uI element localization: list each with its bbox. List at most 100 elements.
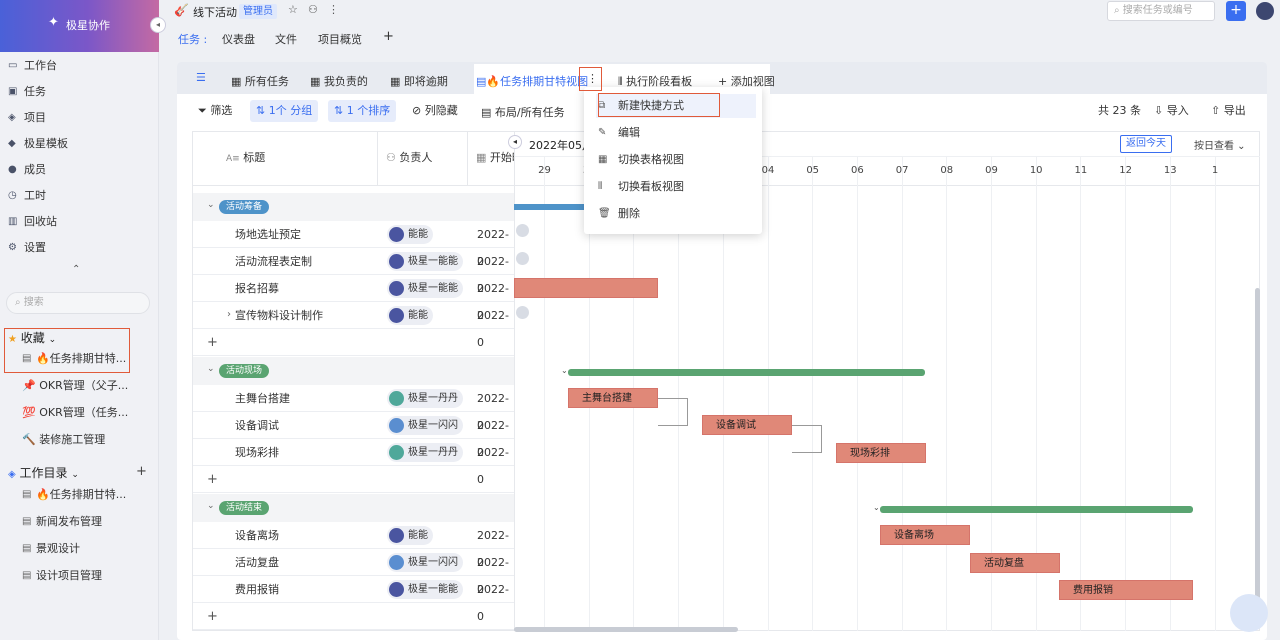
calendar-icon: ▦: [476, 151, 487, 164]
table-row[interactable]: 费用报销 极星一能能 2022-0: [193, 576, 514, 623]
day-gridline: [1169, 157, 1171, 631]
sidebar-search-input[interactable]: ⌕ 搜索: [6, 292, 150, 314]
tab-files[interactable]: 文件: [275, 31, 297, 47]
day-gridline: [544, 157, 545, 631]
col-title[interactable]: A≡ 标题: [226, 131, 265, 185]
gantt-bar-group[interactable]: [568, 369, 925, 376]
gantt-bar-task[interactable]: 活动复盘: [970, 553, 1060, 573]
collapse-table-button[interactable]: ◂: [508, 135, 522, 149]
milestone-icon[interactable]: [516, 252, 529, 265]
collapse-nav-icon[interactable]: ⌃: [72, 264, 80, 275]
vertical-scrollbar[interactable]: [1255, 288, 1260, 608]
okr-item[interactable]: 📌 OKR管理（父子...: [0, 375, 128, 397]
gantt-bar-task[interactable]: 主舞台搭建: [568, 388, 658, 408]
view-tab-due[interactable]: ▦ 即将逾期: [390, 73, 448, 89]
sidebar-item-projects[interactable]: ◈ 项目: [0, 105, 159, 131]
view-mode-select[interactable]: 按日查看 ⌄: [1194, 137, 1246, 152]
view-tab-gantt[interactable]: ▤🔥任务排期甘特视图: [476, 73, 588, 89]
group-row[interactable]: ⌄ 活动筹备: [193, 193, 514, 221]
star-outline-icon[interactable]: ☆: [288, 3, 298, 16]
brand-header[interactable]: ✦ 极星协作: [0, 0, 159, 52]
task-search-input[interactable]: ⌕ 搜索任务或编号: [1107, 1, 1215, 21]
workspace-item[interactable]: ▤ 新闻发布管理: [0, 511, 102, 533]
workspace-item[interactable]: ▤ 景观设计: [0, 538, 80, 560]
expand-icon[interactable]: ›: [227, 309, 231, 320]
sidebar-item-templates[interactable]: ◆ 极星模板: [0, 131, 159, 157]
okr-task-item[interactable]: 💯 OKR管理（任务...: [0, 402, 128, 424]
table-row[interactable]: 设备调试 极星一闪闪 2022-0: [193, 412, 514, 459]
avatar: [389, 582, 404, 597]
gantt-bar-task[interactable]: 费用报销: [1059, 580, 1193, 600]
group-row[interactable]: ⌄ 活动现场: [193, 357, 514, 385]
tab-tasks[interactable]: 任务 :: [178, 31, 207, 47]
layout-icon: ▤: [481, 106, 492, 119]
table-row[interactable]: 活动复盘 极星一闪闪 2022-0: [193, 549, 514, 596]
assistant-bot-icon[interactable]: [1230, 594, 1268, 632]
gantt-bar-task[interactable]: [514, 278, 658, 298]
more-icon[interactable]: ⋮: [328, 3, 339, 16]
col-owner[interactable]: ⚇ 负责人: [386, 131, 432, 185]
doc-icon: ▤: [22, 516, 32, 527]
tab-overview[interactable]: 项目概览: [318, 31, 362, 47]
menu-icon[interactable]: ☰: [196, 71, 206, 84]
workspace-item[interactable]: ▤ 设计项目管理: [0, 565, 102, 587]
add-row-button[interactable]: +: [193, 603, 514, 630]
sort-button[interactable]: ⇅ 1 个排序: [328, 100, 397, 122]
gantt-bar-task[interactable]: 设备离场: [880, 525, 970, 545]
hide-columns-button[interactable]: ⊘ 列隐藏: [406, 100, 464, 122]
chevron-down-icon: ⌄: [873, 503, 880, 512]
milestone-icon[interactable]: [516, 306, 529, 319]
table-row[interactable]: 现场彩排 极星一丹丹 2022-0: [193, 439, 514, 486]
table-row[interactable]: 活动流程表定制 极星一能能 2022-0: [193, 248, 514, 295]
group-button[interactable]: ⇅ 1个 分组: [250, 100, 319, 122]
import-button[interactable]: ⇩ 导入: [1148, 100, 1195, 122]
owner-chip: 极星一闪闪: [387, 416, 463, 435]
layout-selector[interactable]: ▤ 布局/所有任务: [481, 104, 565, 120]
table-row[interactable]: 设备离场 能能 2022-0: [193, 522, 514, 569]
eye-off-icon: ⊘: [412, 104, 422, 117]
sidebar-item-workbench[interactable]: ▭ 工作台: [0, 53, 159, 79]
decoration-item[interactable]: 🔨 装修施工管理: [0, 429, 105, 451]
trash-icon: ▥: [8, 216, 18, 227]
add-tab-button[interactable]: +: [383, 29, 394, 44]
workspace-item[interactable]: ▤ 🔥任务排期甘特...: [0, 484, 126, 506]
milestone-icon[interactable]: [516, 224, 529, 237]
view-more-button[interactable]: ⋮: [587, 72, 598, 85]
tab-dashboard[interactable]: 仪表盘: [222, 31, 255, 47]
sidebar-item-tasks[interactable]: ▣ 任务: [0, 79, 159, 105]
sidebar-item-settings[interactable]: ⚙ 设置: [0, 235, 159, 261]
table-row[interactable]: 报名招募 极星一能能 2022-0: [193, 275, 514, 322]
add-row-button[interactable]: +: [193, 466, 514, 493]
chevron-down-icon: ⌄: [207, 501, 215, 511]
export-button[interactable]: ⇧ 导出: [1205, 100, 1252, 122]
horizontal-scrollbar[interactable]: [514, 627, 738, 632]
user-avatar[interactable]: [1256, 2, 1274, 20]
sidebar-item-members[interactable]: ● 成员: [0, 157, 159, 183]
filter-button[interactable]: ⏷ 筛选: [192, 100, 238, 122]
collapse-sidebar-button[interactable]: ◂: [150, 17, 166, 33]
day-gridline: [856, 157, 858, 631]
table-icon: ▦: [390, 75, 401, 88]
today-button[interactable]: 返回今天: [1120, 135, 1172, 153]
gantt-bar-task[interactable]: 设备调试: [702, 415, 792, 435]
gantt-bar-group[interactable]: [880, 506, 1193, 513]
favorites-header[interactable]: ★ 收藏 ⌄: [8, 328, 56, 348]
sidebar-item-trash[interactable]: ▥ 回收站: [0, 209, 159, 235]
gantt-bar-group[interactable]: [514, 204, 586, 210]
member-icon: ●: [8, 164, 17, 175]
table-row[interactable]: › 宣传物料设计制作 能能 2022-0: [193, 302, 514, 349]
favorite-item[interactable]: ▤ 🔥任务排期甘特...: [0, 348, 126, 370]
workspace-header[interactable]: ◈ 工作目录 ⌄: [8, 463, 79, 483]
add-workspace-icon[interactable]: +: [136, 464, 147, 479]
members-icon[interactable]: ⚇: [308, 3, 318, 16]
day-label: 09: [985, 165, 998, 176]
group-row[interactable]: ⌄ 活动结束: [193, 494, 514, 522]
table-row[interactable]: 场地选址预定 能能 2022-0: [193, 221, 514, 268]
create-button[interactable]: +: [1226, 1, 1246, 21]
view-tab-all[interactable]: ▦ 所有任务: [231, 73, 289, 89]
sidebar-item-hours[interactable]: ◷ 工时: [0, 183, 159, 209]
view-tab-mine[interactable]: ▦ 我负责的: [310, 73, 368, 89]
gantt-bar-task[interactable]: 现场彩排: [836, 443, 926, 463]
table-row[interactable]: 主舞台搭建 极星一丹丹 2022-0: [193, 385, 514, 432]
add-row-button[interactable]: +: [193, 329, 514, 356]
